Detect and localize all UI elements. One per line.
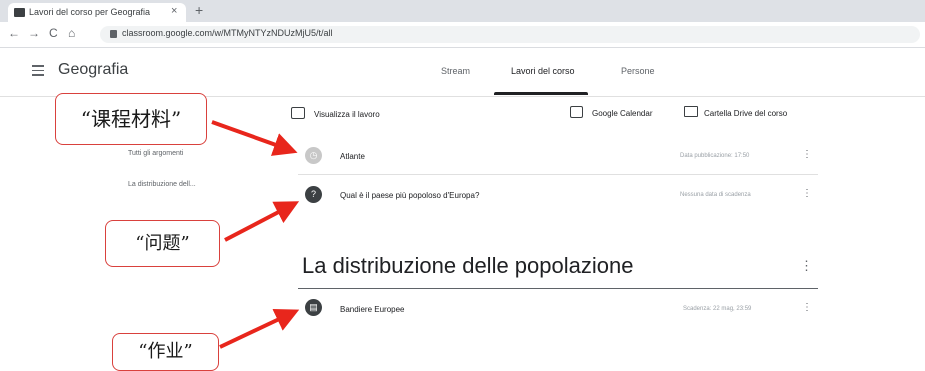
callout-assignment: “作业”: [112, 333, 219, 371]
annotation-arrows: [211, 120, 300, 349]
arrow-to-assignment: [219, 308, 300, 349]
arrow-to-question: [224, 201, 300, 242]
callout-question: “问题”: [105, 220, 220, 267]
arrow-to-material: [211, 120, 298, 156]
callout-course-materials: “课程材料”: [55, 93, 207, 145]
